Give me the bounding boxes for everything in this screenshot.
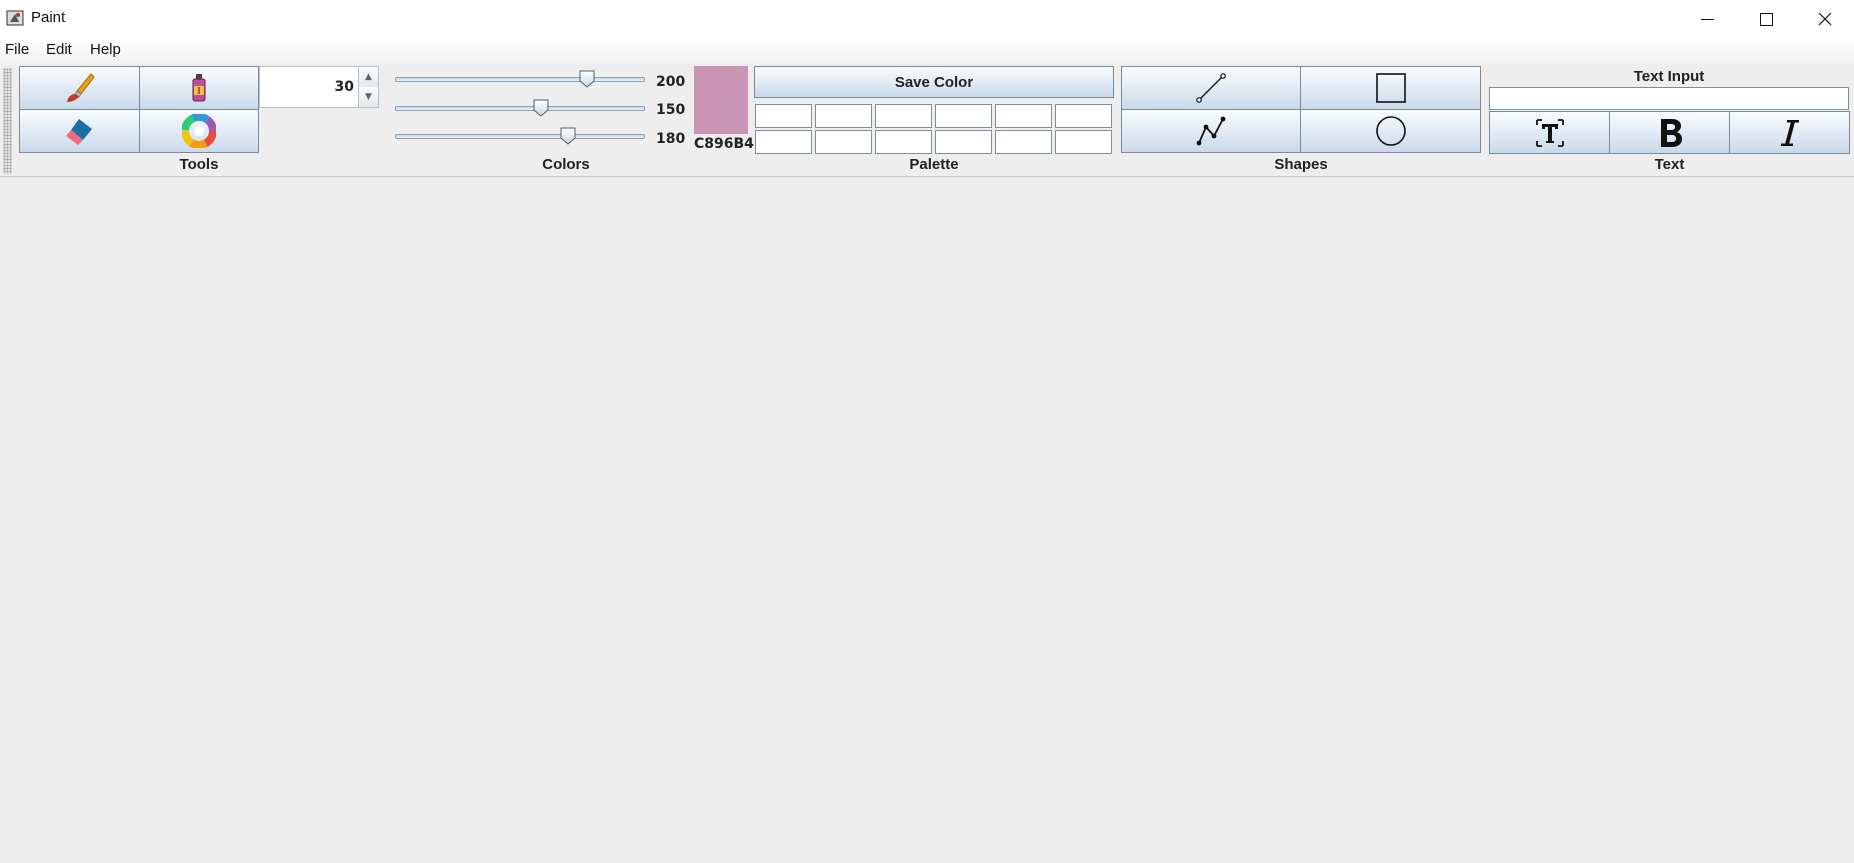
palette-cell-2[interactable] — [815, 104, 872, 128]
maximize-button[interactable] — [1737, 0, 1795, 38]
close-button[interactable] — [1796, 0, 1854, 38]
palette-cell-4[interactable] — [935, 104, 992, 128]
minimize-icon — [1700, 18, 1714, 20]
maximize-icon — [1759, 12, 1773, 26]
line-icon — [1196, 73, 1226, 103]
spinner-up-button[interactable]: ▲ — [358, 67, 378, 87]
palette-cell-12[interactable] — [1055, 130, 1112, 154]
shapes-label: Shapes — [1274, 156, 1328, 173]
rectangle-button[interactable] — [1300, 66, 1481, 110]
text-label: Text — [1654, 156, 1685, 173]
color-wheel-icon — [182, 114, 216, 148]
menu-edit[interactable]: Edit — [46, 41, 72, 58]
palette-label: Palette — [909, 156, 959, 173]
palette-cell-6[interactable] — [1055, 104, 1112, 128]
green-slider-thumb[interactable] — [533, 99, 549, 117]
blue-value: 180 — [656, 131, 686, 147]
spinner-down-button[interactable]: ▼ — [358, 87, 378, 107]
palette-cell-11[interactable] — [995, 130, 1052, 154]
red-slider-thumb[interactable] — [579, 70, 595, 88]
blue-slider-track[interactable] — [395, 134, 645, 139]
line-button[interactable] — [1121, 66, 1301, 110]
blue-slider-thumb[interactable] — [560, 127, 576, 145]
colors-label: Colors — [542, 156, 590, 173]
green-value: 150 — [656, 102, 686, 118]
spray-can-icon — [192, 74, 206, 102]
ellipse-icon — [1375, 116, 1406, 146]
drawing-canvas[interactable] — [0, 177, 1854, 863]
down-arrow-icon: ▼ — [365, 92, 372, 102]
up-arrow-icon: ▲ — [365, 72, 372, 82]
eraser-icon — [65, 119, 92, 145]
palette-cell-7[interactable] — [755, 130, 812, 154]
palette-cell-10[interactable] — [935, 130, 992, 154]
brush-icon — [66, 73, 95, 102]
palette-cell-8[interactable] — [815, 130, 872, 154]
tools-label: Tools — [179, 156, 219, 173]
palette-cell-9[interactable] — [875, 130, 932, 154]
text-input-label: Text Input — [1633, 68, 1705, 85]
color-picker-button[interactable] — [139, 109, 259, 153]
eraser-button[interactable] — [19, 109, 140, 153]
text-tool-icon — [1535, 118, 1564, 147]
polyline-icon — [1196, 116, 1226, 146]
save-color-button[interactable]: Save Color — [754, 66, 1114, 98]
rectangle-icon — [1375, 73, 1406, 103]
current-color-swatch — [694, 66, 748, 134]
brush-size-value: 30 — [334, 79, 354, 95]
italic-button[interactable] — [1729, 111, 1850, 154]
brush-size-spinner[interactable]: 30 ▲ ▼ — [259, 66, 379, 108]
toolbar-grip[interactable] — [3, 68, 12, 174]
polyline-button[interactable] — [1121, 109, 1301, 153]
minimize-button[interactable] — [1678, 0, 1736, 38]
menu-bar: File Edit Help — [0, 38, 1854, 64]
ellipse-button[interactable] — [1300, 109, 1481, 153]
bold-icon — [1660, 118, 1682, 147]
window-title: Paint — [31, 9, 66, 26]
palette-cell-1[interactable] — [755, 104, 812, 128]
bold-button[interactable] — [1609, 111, 1730, 154]
current-color-hex: C896B4 — [694, 136, 754, 152]
menu-file[interactable]: File — [5, 41, 29, 58]
green-slider-track[interactable] — [395, 106, 645, 111]
title-bar: Paint — [0, 0, 1854, 38]
brush-button[interactable] — [19, 66, 140, 110]
save-color-label: Save Color — [894, 73, 974, 91]
palette-cell-5[interactable] — [995, 104, 1052, 128]
text-tool-button[interactable] — [1489, 111, 1610, 154]
palette-cell-3[interactable] — [875, 104, 932, 128]
red-value: 200 — [656, 74, 686, 90]
paint-app-icon — [6, 10, 24, 26]
spray-can-button[interactable] — [139, 66, 259, 110]
menu-help[interactable]: Help — [90, 41, 121, 58]
text-input-field[interactable] — [1489, 87, 1849, 110]
italic-icon — [1780, 119, 1799, 146]
red-slider-track[interactable] — [395, 77, 645, 82]
close-icon — [1818, 12, 1832, 26]
